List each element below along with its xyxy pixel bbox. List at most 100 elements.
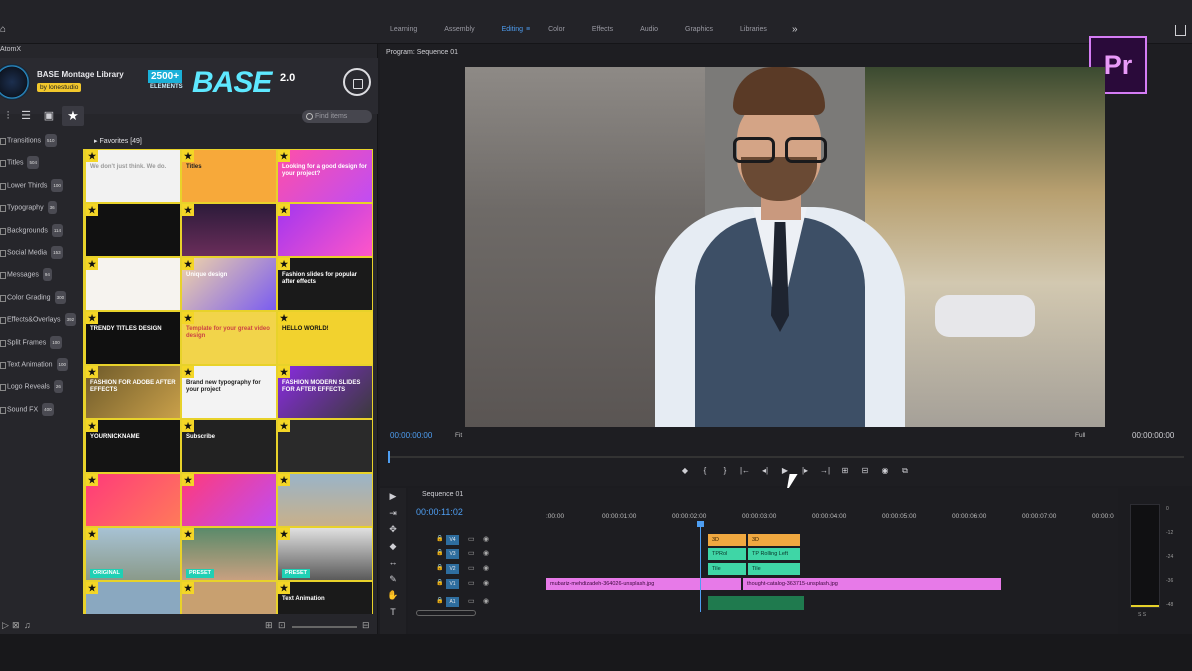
favorite-star-icon[interactable]: ★ — [86, 150, 98, 162]
favorite-thumbnail[interactable]: ★ Template for your great video design — [181, 311, 277, 365]
favorite-thumbnail[interactable]: ★ FASHION MODERN SLIDES FOR AFTER EFFECTS — [277, 365, 373, 419]
category-sound-fx[interactable]: Sound FX 400 — [0, 402, 82, 425]
favorite-star-icon[interactable]: ★ — [182, 258, 194, 270]
step-back-icon[interactable]: ◂| — [755, 466, 775, 476]
favorite-thumbnail[interactable]: ★ — [85, 257, 181, 311]
favorite-star-icon[interactable]: ★ — [278, 582, 290, 594]
track-select-icon[interactable]: ⇥ — [380, 505, 406, 522]
track-eye-icon[interactable]: ◉ — [483, 549, 489, 557]
track-header-v2[interactable]: 🔒 V2 ▭ ◉ — [408, 563, 546, 576]
clip-v4-3d-b[interactable]: 3D — [748, 534, 800, 546]
favorite-thumbnail[interactable]: ★ — [277, 419, 373, 473]
add-file-icon[interactable]: ▣ — [43, 110, 55, 122]
category-split-frames[interactable]: Split Frames 100 — [0, 335, 82, 358]
favorite-thumbnail[interactable]: ★ FASHION FOR ADOBE AFTER EFFECTS — [85, 365, 181, 419]
track-header-a1[interactable]: 🔒 A1 ▭ ◉ — [408, 596, 546, 609]
favorite-star-icon[interactable]: ★ — [182, 204, 194, 216]
clip-v3-rolling-a[interactable]: TPRol — [708, 548, 746, 560]
favorite-thumbnail[interactable]: ★ — [85, 581, 181, 614]
favorite-star-icon[interactable]: ★ — [86, 528, 98, 540]
category-typography[interactable]: Typography 36 — [0, 201, 82, 223]
track-sync-icon[interactable]: ▭ — [468, 597, 475, 605]
category-effects-overlays[interactable]: Effects&Overlays 392 — [0, 313, 82, 335]
zoom-fit-select[interactable]: Fit — [455, 432, 462, 439]
mark-in-icon[interactable]: { — [695, 466, 715, 476]
track-eye-icon[interactable]: ◉ — [483, 597, 489, 605]
favorite-thumbnail[interactable]: ★ — [85, 203, 181, 257]
tab-libraries[interactable]: Libraries — [740, 26, 767, 33]
favorite-star-icon[interactable]: ★ — [278, 204, 290, 216]
favorite-thumbnail[interactable]: ★ HELLO WORLD! — [277, 311, 373, 365]
track-name[interactable]: A1 — [446, 597, 459, 607]
favorite-star-icon[interactable]: ★ — [86, 312, 98, 324]
favorite-thumbnail[interactable]: ★ Titles — [181, 149, 277, 203]
track-lock-icon[interactable]: 🔒 — [436, 535, 443, 542]
playhead[interactable] — [697, 521, 704, 612]
track-header-v3[interactable]: 🔒 V3 ▭ ◉ — [408, 548, 546, 561]
timeline-scrollbar[interactable] — [416, 610, 476, 616]
slip-icon[interactable]: ↔ — [380, 554, 406, 571]
music-note-icon[interactable]: ♫ — [24, 620, 31, 630]
favorite-thumbnail[interactable]: ★ PRESET — [277, 527, 373, 581]
track-name[interactable]: V4 — [446, 535, 459, 545]
track-header-v1[interactable]: 🔒 V1 ▭ ◉ — [408, 578, 546, 591]
favorites-star-icon[interactable]: ★ — [62, 106, 84, 126]
favorite-star-icon[interactable]: ★ — [86, 420, 98, 432]
clip-v4-3d-a[interactable]: 3D — [708, 534, 746, 546]
track-lock-icon[interactable]: 🔒 — [436, 579, 443, 586]
track-lock-icon[interactable]: 🔒 — [436, 549, 443, 556]
favorite-thumbnail[interactable]: ★ We don't just think. We do. — [85, 149, 181, 203]
expand-icon[interactable]: ⊟ — [362, 620, 370, 631]
lift-icon[interactable]: ⊞ — [835, 466, 855, 476]
favorite-star-icon[interactable]: ★ — [182, 474, 194, 486]
favorite-thumbnail[interactable]: ★ Unique design — [181, 257, 277, 311]
favorite-star-icon[interactable]: ★ — [278, 258, 290, 270]
category-social-media[interactable]: Social Media 153 — [0, 245, 82, 268]
clip-v2-tile-b[interactable]: Tile — [748, 563, 800, 575]
fit-icon[interactable]: ⊡ — [278, 620, 286, 631]
track-name[interactable]: V2 — [446, 564, 459, 574]
tab-learning[interactable]: Learning — [390, 26, 417, 33]
pen-icon[interactable]: ✎ — [380, 571, 406, 588]
favorite-star-icon[interactable]: ★ — [86, 258, 98, 270]
category-color-grading[interactable]: Color Grading 300 — [0, 290, 82, 313]
more-workspaces-icon[interactable]: » — [792, 24, 798, 35]
favorite-star-icon[interactable]: ★ — [182, 582, 194, 594]
track-sync-icon[interactable]: ▭ — [468, 549, 475, 557]
add-marker-icon[interactable]: ◆ — [675, 466, 695, 476]
favorite-thumbnail[interactable]: ★ — [85, 473, 181, 527]
favorite-star-icon[interactable]: ★ — [182, 366, 194, 378]
tab-audio[interactable]: Audio — [640, 26, 658, 33]
list-icon[interactable]: ☰ — [20, 110, 32, 122]
track-sync-icon[interactable]: ▭ — [468, 579, 475, 587]
track-sync-icon[interactable]: ▭ — [468, 535, 475, 543]
favorite-thumbnail[interactable]: ★ — [181, 473, 277, 527]
program-scrubber[interactable] — [388, 451, 1184, 463]
settings-sliders-icon[interactable]: ⫶ — [2, 110, 14, 122]
find-items-input[interactable]: Find items — [302, 110, 372, 123]
hand-icon[interactable]: ✋ — [380, 587, 406, 604]
tab-effects[interactable]: Effects — [592, 26, 613, 33]
category-lower-thirds[interactable]: Lower Thirds 100 — [0, 178, 82, 201]
track-header-v4[interactable]: 🔒 V4 ▭ ◉ — [408, 534, 546, 547]
category-titles[interactable]: Titles 504 — [0, 156, 82, 178]
category-logo-reveals[interactable]: Logo Reveals 26 — [0, 380, 82, 402]
ripple-edit-icon[interactable]: ✥ — [380, 521, 406, 538]
favorite-star-icon[interactable]: ★ — [278, 420, 290, 432]
favorite-star-icon[interactable]: ★ — [182, 312, 194, 324]
favorite-star-icon[interactable]: ★ — [278, 474, 290, 486]
favorite-thumbnail[interactable]: ★ Fashion slides for popular after effect… — [277, 257, 373, 311]
category-backgrounds[interactable]: Backgrounds 114 — [0, 223, 82, 246]
favorite-star-icon[interactable]: ★ — [278, 528, 290, 540]
favorite-thumbnail[interactable]: ★ — [277, 473, 373, 527]
category-transitions[interactable]: Transitions 510 — [0, 134, 82, 156]
favorite-star-icon[interactable]: ★ — [86, 474, 98, 486]
selection-tool-icon[interactable]: ▶ — [380, 488, 406, 505]
favorite-thumbnail[interactable]: ★ — [277, 203, 373, 257]
favorite-thumbnail[interactable]: ★ Looking for a good design for your proj… — [277, 149, 373, 203]
compare-icon[interactable]: ⧉ — [895, 466, 915, 476]
favorite-star-icon[interactable]: ★ — [182, 420, 194, 432]
clip-a1-audio[interactable] — [708, 596, 804, 610]
export-frame-icon[interactable]: ◉ — [875, 466, 895, 476]
zoom-slider[interactable] — [292, 626, 357, 628]
